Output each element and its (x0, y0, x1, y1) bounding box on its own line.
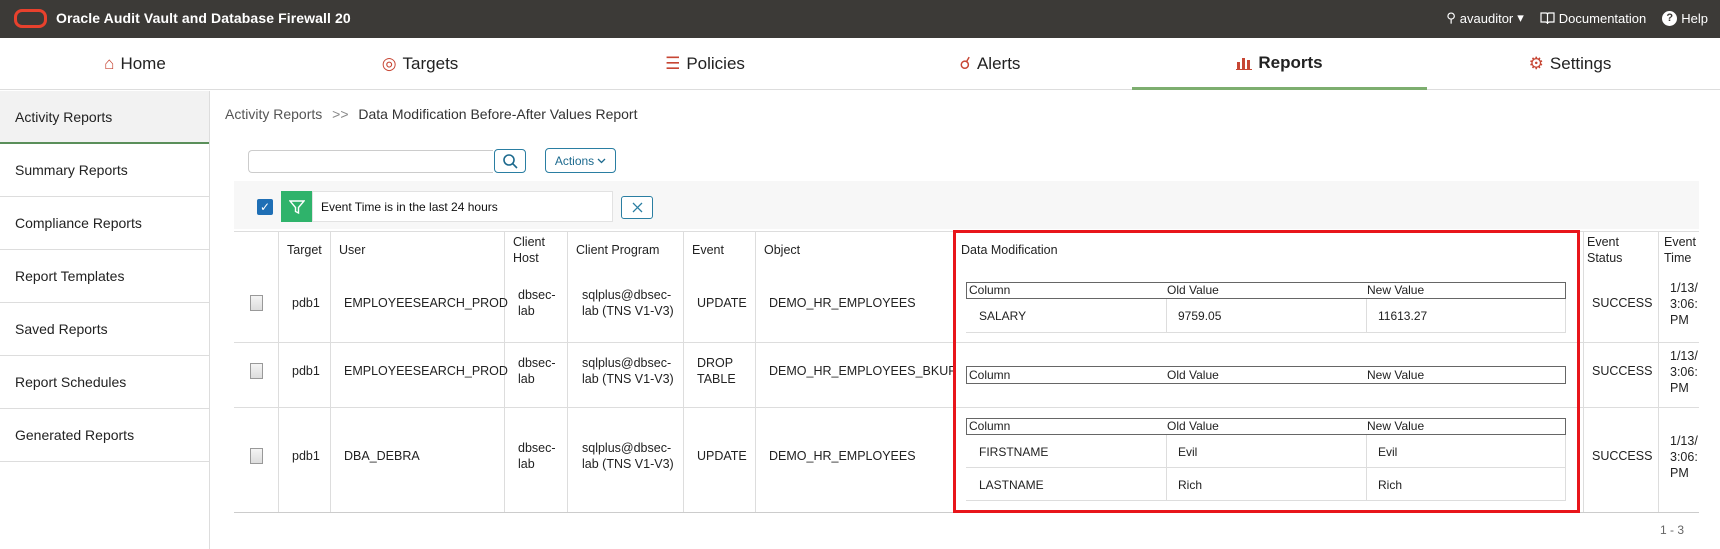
sidebar-item-report-schedules[interactable]: Report Schedules (0, 356, 209, 409)
policies-icon: ☰ (665, 54, 681, 73)
cell-status: SUCCESS (1592, 296, 1653, 310)
tab-alerts-label: Alerts (976, 54, 1021, 73)
cell-client-host: dbsec-lab (518, 356, 556, 386)
filter-enabled-checkbox[interactable]: ✓ (257, 199, 273, 215)
actions-label: Actions (554, 153, 595, 168)
breadcrumb-parent[interactable]: Activity Reports (225, 106, 322, 122)
tab-home-label: Home (120, 54, 166, 73)
cell-time: 1/13/ 3:06: PM (1670, 281, 1698, 327)
bell-icon: ☌ (959, 54, 971, 73)
cell-event: DROP TABLE (697, 356, 736, 386)
breadcrumb-separator: >> (332, 106, 349, 122)
user-name: avauditor (1459, 10, 1514, 26)
col-object[interactable]: Object (764, 242, 800, 258)
book-icon (1540, 12, 1555, 24)
actions-button[interactable]: Actions (545, 148, 616, 173)
cell-client-host: dbsec-lab (518, 441, 556, 471)
help-label: Help (1681, 10, 1708, 26)
cell-event: UPDATE (697, 296, 747, 310)
tab-home[interactable]: ⌂ Home (60, 38, 210, 90)
user-icon: ⚲ (1446, 10, 1456, 25)
target-icon: ◎ (381, 54, 397, 73)
cell-object: DEMO_HR_EMPLOYEES_BKUP (769, 364, 957, 378)
sidebar-item-saved-reports[interactable]: Saved Reports (0, 303, 209, 356)
filter-label[interactable]: Event Time is in the last 24 hours (312, 191, 613, 222)
cell-client-program: sqlplus@dbsec-lab (TNS V1-V3) (582, 288, 674, 318)
search-icon (503, 154, 518, 169)
chart-icon (1236, 57, 1253, 70)
row-detail-icon[interactable] (250, 363, 263, 379)
cell-status: SUCCESS (1592, 364, 1653, 378)
cell-client-program: sqlplus@dbsec-lab (TNS V1-V3) (582, 441, 674, 471)
pagination-info: 1 - 3 (1659, 523, 1684, 537)
tab-policies[interactable]: ☰ Policies (630, 38, 780, 90)
tab-policies-label: Policies (686, 54, 745, 73)
tab-targets-label: Targets (402, 54, 459, 73)
close-icon (632, 202, 642, 213)
cell-client-program: sqlplus@dbsec-lab (TNS V1-V3) (582, 356, 674, 386)
cell-target: pdb1 (292, 296, 320, 310)
app-title: Oracle Audit Vault and Database Firewall… (56, 10, 351, 26)
cell-target: pdb1 (292, 364, 320, 378)
cell-event: UPDATE (697, 449, 747, 463)
cell-object: DEMO_HR_EMPLOYEES (769, 296, 916, 310)
breadcrumb-current: Data Modification Before-After Values Re… (358, 106, 638, 122)
help-link[interactable]: ? Help (1662, 10, 1708, 26)
col-event-time[interactable]: Event Time (1664, 234, 1699, 266)
search-input[interactable] (248, 150, 493, 173)
cell-target: pdb1 (292, 449, 320, 463)
cell-time: 1/13/ 3:06: PM (1670, 349, 1698, 395)
gear-icon: ⚙ (1528, 54, 1544, 73)
col-client-host[interactable]: Client Host (513, 234, 563, 266)
tab-reports-label: Reports (1258, 52, 1323, 72)
main-nav: ⌂ Home ◎ Targets ☰ Policies ☌ Alerts Rep… (0, 38, 1720, 90)
tab-settings-label: Settings (1549, 54, 1612, 73)
top-bar: Oracle Audit Vault and Database Firewall… (0, 0, 1720, 38)
row-detail-icon[interactable] (250, 448, 263, 464)
data-modification-highlight (953, 230, 1580, 513)
breadcrumb: Activity Reports >> Data Modification Be… (225, 106, 638, 122)
sidebar-item-activity-reports[interactable]: Activity Reports (0, 91, 209, 144)
tab-reports[interactable]: Reports (1132, 38, 1427, 90)
documentation-link[interactable]: Documentation (1540, 11, 1646, 26)
row-detail-icon[interactable] (250, 295, 263, 311)
col-event-status[interactable]: Event Status (1587, 234, 1647, 266)
sidebar-item-compliance-reports[interactable]: Compliance Reports (0, 197, 209, 250)
tab-settings[interactable]: ⚙ Settings (1495, 38, 1645, 90)
help-icon: ? (1662, 10, 1678, 26)
cell-object: DEMO_HR_EMPLOYEES (769, 449, 916, 463)
sidebar-item-report-templates[interactable]: Report Templates (0, 250, 209, 303)
remove-filter-button[interactable] (621, 196, 653, 219)
oracle-logo-icon (14, 9, 47, 28)
col-event[interactable]: Event (692, 242, 724, 258)
cell-client-host: dbsec-lab (518, 288, 556, 318)
search-button[interactable] (494, 149, 526, 173)
tab-targets[interactable]: ◎ Targets (345, 38, 495, 90)
sidebar: Activity Reports Summary Reports Complia… (0, 91, 210, 549)
cell-user: DBA_DEBRA (344, 449, 420, 463)
col-user[interactable]: User (339, 242, 365, 258)
tab-alerts[interactable]: ☌ Alerts (915, 38, 1065, 90)
cell-user: EMPLOYEESEARCH_PROD (344, 364, 508, 378)
cell-status: SUCCESS (1592, 449, 1653, 463)
home-icon: ⌂ (104, 54, 115, 73)
col-target[interactable]: Target (287, 242, 322, 258)
col-client-program[interactable]: Client Program (576, 242, 659, 258)
user-menu[interactable]: ⚲ avauditor ▾ (1446, 10, 1524, 26)
filter-icon (281, 191, 312, 222)
cell-time: 1/13/ 3:06: PM (1670, 434, 1698, 480)
chevron-down-icon (597, 158, 606, 163)
caret-down-icon: ▾ (1517, 10, 1524, 25)
sidebar-item-summary-reports[interactable]: Summary Reports (0, 144, 209, 197)
cell-user: EMPLOYEESEARCH_PROD (344, 296, 508, 310)
sidebar-item-generated-reports[interactable]: Generated Reports (0, 409, 209, 462)
documentation-label: Documentation (1558, 10, 1647, 26)
